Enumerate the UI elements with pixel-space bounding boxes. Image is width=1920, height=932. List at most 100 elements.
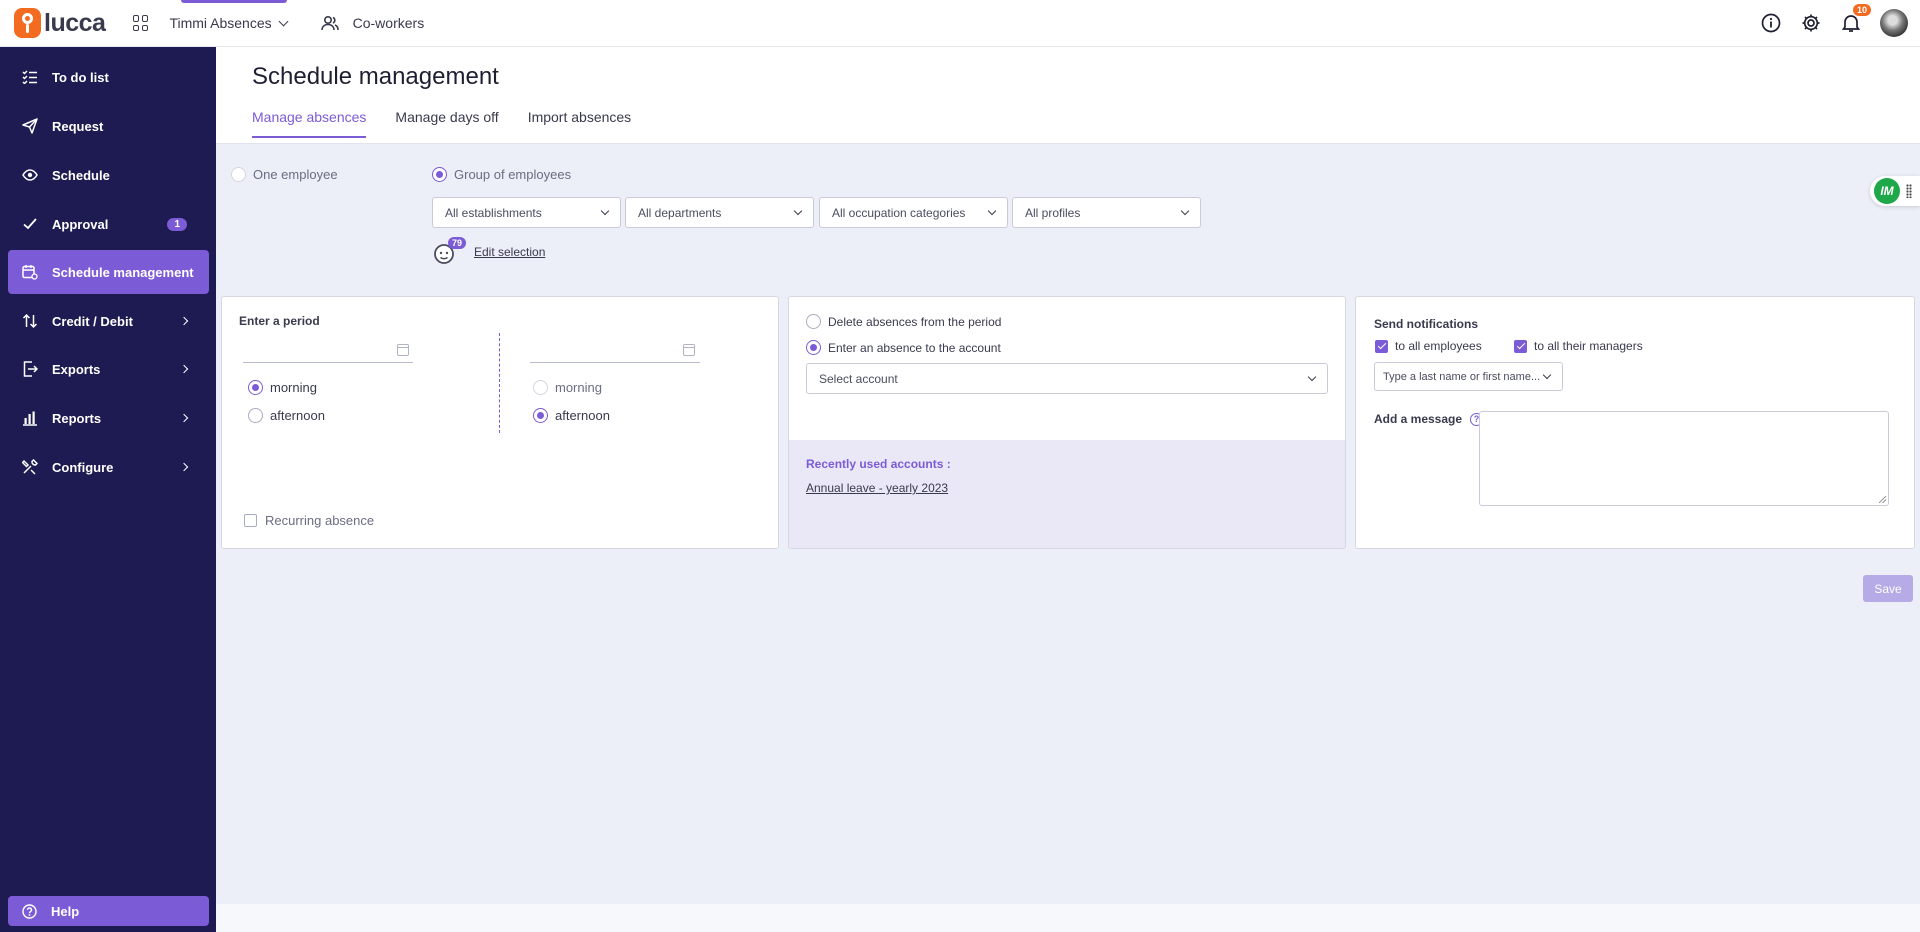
checkbox[interactable] bbox=[1514, 339, 1527, 353]
enter-absence-radio[interactable]: Enter an absence to the account bbox=[806, 340, 1001, 355]
users-icon bbox=[320, 15, 339, 31]
sidebar-item-label: To do list bbox=[52, 69, 109, 85]
sidebar-item-credit-debit[interactable]: Credit / Debit bbox=[8, 299, 209, 343]
checkbox-label: to all employees bbox=[1395, 339, 1482, 353]
chevron-right-icon bbox=[179, 413, 189, 423]
top-bar: lucca Timmi Absences Co-workers 10 bbox=[0, 0, 1920, 47]
edit-selection-link[interactable]: Edit selection bbox=[474, 245, 545, 259]
sidebar-item-label: Approval bbox=[52, 216, 109, 232]
one-employee-radio[interactable]: One employee bbox=[231, 167, 338, 182]
account-select[interactable]: Select account bbox=[806, 363, 1328, 394]
recurring-absence-checkbox[interactable]: Recurring absence bbox=[244, 513, 374, 528]
notify-managers-checkbox[interactable]: to all their managers bbox=[1514, 339, 1643, 353]
radio-label: afternoon bbox=[270, 408, 325, 423]
message-textarea[interactable] bbox=[1479, 411, 1889, 506]
end-morning-radio[interactable]: morning bbox=[533, 380, 602, 395]
radio-button[interactable] bbox=[806, 340, 821, 355]
tab-manage-absences[interactable]: Manage absences bbox=[252, 109, 367, 138]
sidebar-item-label: Exports bbox=[52, 361, 101, 377]
radio-button[interactable] bbox=[231, 167, 246, 182]
sidebar-item-label: Request bbox=[52, 118, 104, 134]
sidebar-item-to-do-list[interactable]: To do list bbox=[8, 55, 209, 99]
sidebar-item-request[interactable]: Request bbox=[8, 104, 209, 148]
start-morning-radio[interactable]: morning bbox=[248, 380, 317, 395]
sidebar-item-label: Credit / Debit bbox=[52, 313, 133, 329]
radio-button[interactable] bbox=[432, 167, 447, 182]
chevron-down-icon bbox=[1180, 206, 1190, 216]
sidebar-item-reports[interactable]: Reports bbox=[8, 396, 209, 440]
recent-account-link[interactable]: Annual leave - yearly 2023 bbox=[806, 481, 948, 495]
lucca-logo[interactable]: lucca bbox=[14, 8, 106, 38]
checkbox-label: to all their managers bbox=[1534, 339, 1643, 353]
bar-chart-icon bbox=[22, 410, 38, 426]
gear-icon[interactable] bbox=[1800, 12, 1822, 34]
sidebar-item-label: Schedule management bbox=[52, 264, 194, 280]
chevron-down-icon bbox=[1542, 370, 1552, 380]
sidebar-item-label: Schedule bbox=[52, 167, 110, 183]
coworkers-link[interactable]: Co-workers bbox=[320, 15, 424, 31]
period-title: Enter a period bbox=[239, 314, 320, 328]
chevron-down-icon bbox=[793, 206, 803, 216]
sidebar-item-label: Reports bbox=[52, 410, 102, 426]
checkbox[interactable] bbox=[244, 514, 257, 527]
radio-label: Enter an absence to the account bbox=[828, 340, 1001, 355]
approval-count-badge: 1 bbox=[167, 217, 187, 231]
avatar[interactable] bbox=[1880, 9, 1908, 37]
sidebar-item-exports[interactable]: Exports bbox=[8, 347, 209, 391]
paper-plane-icon bbox=[22, 118, 38, 134]
select-value: All establishments bbox=[445, 205, 542, 220]
recent-accounts-title: Recently used accounts : bbox=[806, 457, 951, 471]
help-label: Help bbox=[51, 903, 80, 919]
save-button[interactable]: Save bbox=[1863, 575, 1913, 602]
question-circle-icon bbox=[22, 903, 37, 919]
sidebar-item-approval[interactable]: Approval 1 bbox=[8, 202, 209, 246]
end-date-input[interactable] bbox=[530, 362, 700, 363]
delete-absences-radio[interactable]: Delete absences from the period bbox=[806, 314, 1001, 329]
notifications-title: Send notifications bbox=[1374, 317, 1479, 331]
help-button[interactable]: Help bbox=[8, 896, 209, 926]
tools-icon bbox=[22, 459, 38, 475]
end-afternoon-radio[interactable]: afternoon bbox=[533, 408, 610, 423]
radio-button[interactable] bbox=[248, 408, 263, 423]
radio-button[interactable] bbox=[248, 380, 263, 395]
bell-icon[interactable]: 10 bbox=[1840, 4, 1871, 34]
notification-count-badge: 10 bbox=[1852, 4, 1871, 16]
occupation-categories-select[interactable]: All occupation categories bbox=[819, 197, 1008, 228]
radio-button[interactable] bbox=[533, 380, 548, 395]
radio-label: morning bbox=[270, 380, 317, 395]
profiles-select[interactable]: All profiles bbox=[1012, 197, 1201, 228]
sidebar-item-schedule-management[interactable]: Schedule management bbox=[8, 250, 209, 294]
info-icon[interactable] bbox=[1760, 12, 1782, 34]
radio-button[interactable] bbox=[533, 408, 548, 423]
app-switcher[interactable]: Timmi Absences bbox=[133, 0, 289, 47]
checkbox[interactable] bbox=[1375, 339, 1388, 353]
chevron-down-icon bbox=[1307, 372, 1317, 382]
sidebar: To do list Request Schedule Approval 1 S… bbox=[0, 47, 216, 932]
account-panel bbox=[788, 296, 1346, 549]
notify-all-employees-checkbox[interactable]: to all employees bbox=[1375, 339, 1482, 353]
notify-person-search[interactable]: Type a last name or first name... bbox=[1374, 362, 1563, 391]
select-value: Select account bbox=[819, 371, 898, 386]
establishments-select[interactable]: All establishments bbox=[432, 197, 621, 228]
recurring-absence-label: Recurring absence bbox=[265, 513, 375, 528]
group-of-employees-radio[interactable]: Group of employees bbox=[432, 167, 571, 182]
page-header: Schedule management Manage absences Mana… bbox=[216, 47, 1920, 144]
bottom-strip bbox=[216, 904, 1920, 932]
sidebar-item-configure[interactable]: Configure bbox=[8, 445, 209, 489]
tab-bar: Manage absences Manage days off Import a… bbox=[252, 109, 660, 138]
departments-select[interactable]: All departments bbox=[625, 197, 814, 228]
radio-label: afternoon bbox=[555, 408, 610, 423]
select-value: All departments bbox=[638, 205, 722, 220]
floating-user-badge[interactable]: IM bbox=[1870, 176, 1920, 206]
start-afternoon-radio[interactable]: afternoon bbox=[248, 408, 325, 423]
calendar-icon[interactable] bbox=[397, 344, 409, 356]
select-value: All profiles bbox=[1025, 205, 1081, 220]
tab-manage-days-off[interactable]: Manage days off bbox=[395, 109, 498, 138]
sidebar-item-schedule[interactable]: Schedule bbox=[8, 153, 209, 197]
drag-handle-icon[interactable] bbox=[1906, 184, 1912, 198]
eye-icon bbox=[22, 167, 38, 183]
start-date-input[interactable] bbox=[243, 362, 413, 363]
radio-button[interactable] bbox=[806, 314, 821, 329]
tab-import-absences[interactable]: Import absences bbox=[528, 109, 632, 138]
calendar-icon[interactable] bbox=[683, 344, 695, 356]
